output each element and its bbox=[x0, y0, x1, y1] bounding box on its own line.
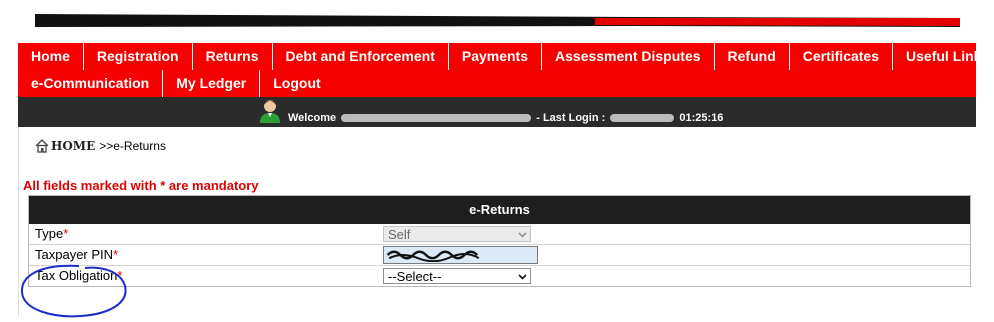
form-row-type: Type* Self bbox=[29, 224, 970, 245]
nav-item-certificates[interactable]: Certificates bbox=[790, 43, 894, 70]
breadcrumb-home-link[interactable]: HOME bbox=[51, 139, 95, 153]
redacted-username bbox=[341, 114, 532, 123]
nav-item-returns[interactable]: Returns bbox=[193, 43, 273, 70]
home-icon bbox=[35, 139, 49, 153]
page: Home Registration Returns Debt and Enfor… bbox=[0, 0, 994, 322]
taxpayer-pin-input[interactable] bbox=[383, 246, 538, 264]
nav-item-useful-links[interactable]: Useful Links bbox=[893, 43, 994, 70]
nav-item-debt-enforcement[interactable]: Debt and Enforcement bbox=[273, 43, 449, 70]
mandatory-fields-note: All fields marked with * are mandatory bbox=[23, 178, 259, 193]
required-marker: * bbox=[113, 247, 119, 262]
nav-item-payments[interactable]: Payments bbox=[449, 43, 543, 70]
last-login-label: - Last Login : bbox=[536, 112, 606, 124]
chevron-down-icon bbox=[518, 274, 527, 280]
type-select[interactable]: Self bbox=[383, 226, 531, 242]
nav-item-assessment-disputes[interactable]: Assessment Disputes bbox=[542, 43, 715, 70]
breadcrumb-current: >>e-Returns bbox=[99, 139, 166, 153]
tax-obligation-select-value: --Select-- bbox=[388, 269, 442, 284]
taxpayer-pin-label-text: Taxpayer PIN bbox=[35, 247, 114, 262]
form-row-taxpayer-pin: Taxpayer PIN* bbox=[29, 245, 970, 266]
form-row-tax-obligation: Tax Obligation* --Select-- bbox=[29, 266, 970, 286]
nav-item-e-communication[interactable]: e-Communication bbox=[18, 70, 164, 97]
main-navigation: Home Registration Returns Debt and Enfor… bbox=[18, 43, 989, 97]
e-returns-form: e-Returns Type* Self Taxpayer PIN* Tax O… bbox=[28, 195, 971, 287]
last-login-time: 01:25:16 bbox=[679, 112, 724, 124]
breadcrumb: HOME >>e-Returns bbox=[35, 136, 166, 156]
welcome-prefix: Welcome bbox=[288, 112, 337, 124]
chevron-down-icon bbox=[518, 232, 527, 238]
type-select-value: Self bbox=[388, 227, 411, 242]
user-avatar-icon bbox=[260, 100, 280, 123]
required-marker: * bbox=[117, 268, 123, 283]
taxpayer-pin-label: Taxpayer PIN* bbox=[35, 245, 118, 265]
tax-obligation-select[interactable]: --Select-- bbox=[383, 268, 531, 284]
nav-item-refund[interactable]: Refund bbox=[715, 43, 790, 70]
nav-row-secondary: e-Communication My Ledger Logout bbox=[18, 70, 334, 97]
type-label: Type* bbox=[35, 224, 68, 244]
nav-item-registration[interactable]: Registration bbox=[84, 43, 193, 70]
nav-item-home[interactable]: Home bbox=[18, 43, 84, 70]
form-title: e-Returns bbox=[29, 196, 970, 224]
nav-item-my-ledger[interactable]: My Ledger bbox=[163, 70, 261, 97]
redacted-pin-scribble bbox=[386, 250, 480, 262]
nav-item-logout[interactable]: Logout bbox=[260, 70, 333, 97]
nav-row-primary: Home Registration Returns Debt and Enfor… bbox=[18, 43, 994, 70]
redacted-login-date bbox=[610, 114, 675, 123]
welcome-bar: Welcome - Last Login : 01:25:16 bbox=[18, 97, 976, 127]
header-band bbox=[35, 14, 960, 27]
tax-obligation-label: Tax Obligation* bbox=[35, 266, 122, 286]
tax-obligation-label-text: Tax Obligation bbox=[35, 268, 118, 283]
type-label-text: Type bbox=[35, 226, 64, 241]
required-marker: * bbox=[63, 226, 69, 241]
welcome-message: Welcome - Last Login : 01:25:16 bbox=[288, 97, 723, 127]
